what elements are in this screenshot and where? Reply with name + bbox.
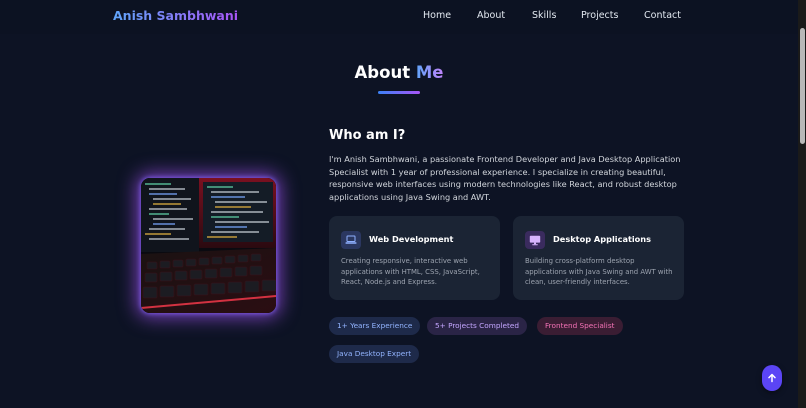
nav-links: Home About Skills Projects Contact <box>0 10 798 24</box>
nav-link-home[interactable]: Home <box>423 10 451 21</box>
section-title-main: About <box>354 63 411 82</box>
title-underline <box>378 91 420 94</box>
scrollbar-thumb[interactable] <box>800 28 805 144</box>
card-description: Building cross-platform desktop applicat… <box>525 257 673 287</box>
desktop-applications-card: Desktop Applications Building cross-plat… <box>513 216 684 300</box>
tag-frontend-specialist: Frontend Specialist <box>537 317 623 335</box>
who-am-i-heading: Who am I? <box>329 128 406 143</box>
card-description: Creating responsive, interactive web app… <box>341 257 480 287</box>
section-title: About Me <box>0 63 798 82</box>
bio-paragraph: I'm Anish Sambhwani, a passionate Fronte… <box>329 154 681 203</box>
nav-link-skills[interactable]: Skills <box>532 10 556 21</box>
navbar: Anish Sambhwani Home About Skills Projec… <box>0 0 798 34</box>
card-title: Web Development <box>369 234 454 244</box>
section-title-accent: Me <box>415 63 444 82</box>
laptop-icon <box>341 231 361 249</box>
arrow-up-icon <box>768 373 776 383</box>
nav-link-contact[interactable]: Contact <box>644 10 681 21</box>
card-title: Desktop Applications <box>553 234 652 244</box>
tag-java-desktop-expert: Java Desktop Expert <box>329 345 420 363</box>
nav-link-about[interactable]: About <box>477 10 505 21</box>
monitor-icon <box>525 231 545 249</box>
profile-photo <box>141 178 276 313</box>
nav-link-projects[interactable]: Projects <box>581 10 618 21</box>
scroll-to-top-button[interactable] <box>762 365 782 391</box>
keyboard-monitor-image <box>141 178 276 313</box>
tag-years-experience: 1+ Years Experience <box>329 317 421 335</box>
tag-projects-completed: 5+ Projects Completed <box>427 317 527 335</box>
web-development-card: Web Development Creating responsive, int… <box>329 216 500 300</box>
